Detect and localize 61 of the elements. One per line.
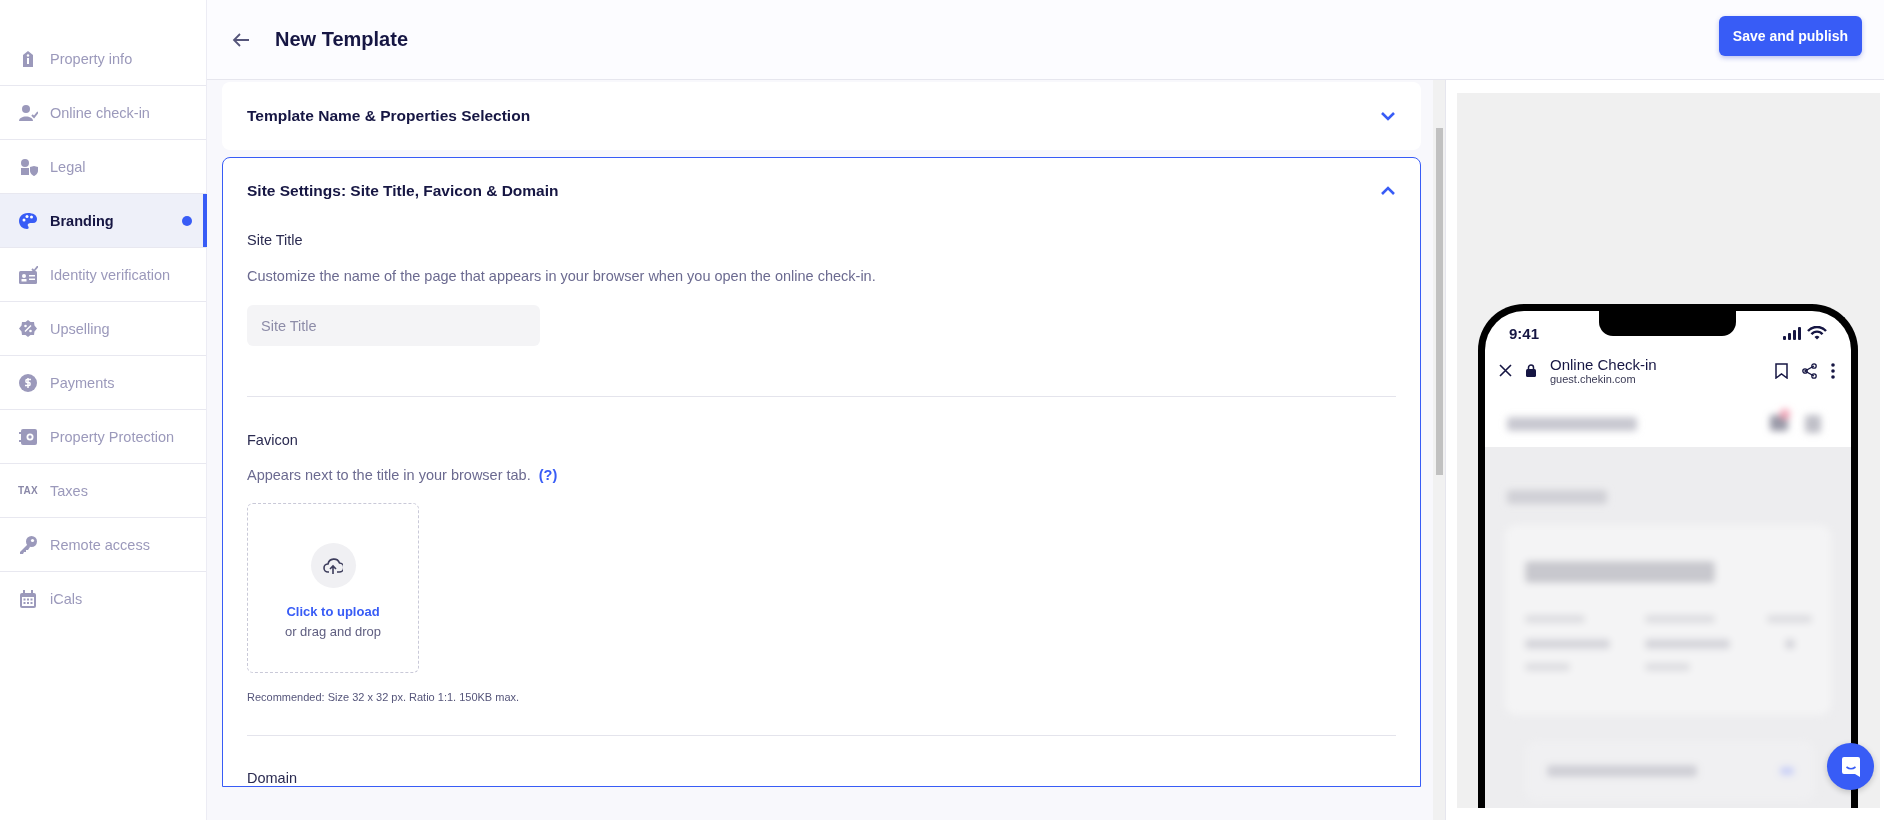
sidebar-item[interactable]: Remote access <box>0 518 206 572</box>
section-title[interactable]: Template Name & Properties Selection <box>247 107 531 125</box>
save-and-publish-button[interactable]: Save and publish <box>1718 15 1862 56</box>
tax-icon: TAX <box>17 485 39 496</box>
calendar-icon <box>18 590 38 608</box>
discount-badge-icon <box>18 319 38 338</box>
sidebar-label: Upselling <box>50 320 110 337</box>
key-icon <box>18 535 38 554</box>
bookmark-icon[interactable] <box>1775 362 1788 379</box>
cloud-upload-icon <box>323 556 343 575</box>
help-link[interactable]: (?) <box>538 467 558 483</box>
field-description: Customize the name of the page that appears in your browser when you open the online check-in. <box>247 268 877 284</box>
sidebar-label: Online check-in <box>50 104 150 121</box>
sidebar-label: Branding <box>50 212 114 229</box>
upload-dropzone[interactable]: Click to upload or drag and drop <box>247 503 419 673</box>
sidebar-label: Legal <box>50 158 86 175</box>
user-check-icon <box>18 103 38 122</box>
scrollbar-thumb[interactable] <box>1436 128 1443 475</box>
share-icon[interactable] <box>1802 362 1817 379</box>
sidebar-item[interactable]: Branding <box>0 194 206 248</box>
wifi-icon <box>1807 326 1827 340</box>
safe-icon <box>18 427 38 446</box>
upload-hint: or drag and drop <box>284 624 382 639</box>
dollar-icon <box>18 373 38 392</box>
id-card-icon <box>18 265 38 284</box>
field-label: Domain <box>247 770 298 786</box>
sidebar-item[interactable]: TAX Taxes <box>0 464 206 518</box>
page-title: New Template <box>275 28 409 51</box>
field-label: Favicon <box>247 432 299 448</box>
more-icon[interactable] <box>1831 362 1835 379</box>
chevron-down-icon[interactable] <box>1380 109 1396 123</box>
signal-icon <box>1783 326 1801 340</box>
sidebar-item[interactable]: Property info <box>0 32 206 86</box>
badge-shield-icon <box>18 157 38 176</box>
sidebar-item[interactable]: Payments <box>0 356 206 410</box>
field-label: Site Title <box>247 232 304 248</box>
site-title-field[interactable]: Site Title <box>247 305 540 346</box>
section-title[interactable]: Site Settings: Site Title, Favicon & Domain <box>247 182 559 200</box>
lock-icon <box>1526 364 1536 377</box>
sidebar-label: Identity verification <box>50 266 171 283</box>
sidebar-item[interactable]: iCals <box>0 572 206 626</box>
sidebar-item[interactable]: Upselling <box>0 302 206 356</box>
sidebar-label: Taxes <box>50 482 88 499</box>
sidebar-label: Payments <box>50 374 115 391</box>
browser-page-title: Online Check-in <box>1550 356 1658 373</box>
back-arrow-icon[interactable] <box>232 30 250 49</box>
sidebar-item[interactable]: Online check-in <box>0 86 206 140</box>
browser-url: guest.chekin.com <box>1550 373 1637 385</box>
sidebar-label: iCals <box>50 591 83 607</box>
sidebar-item[interactable]: Property Protection <box>0 410 206 464</box>
sidebar-label: Property info <box>50 50 133 67</box>
field-description: Appears next to the title in your browser tab. <box>247 467 531 483</box>
sidebar-label: Remote access <box>50 536 150 553</box>
sidebar-item[interactable]: Identity verification <box>0 248 206 302</box>
upload-link[interactable]: Click to upload <box>286 604 380 619</box>
sidebar-label: Property Protection <box>50 428 175 445</box>
close-icon[interactable] <box>1499 364 1512 377</box>
status-time: 9:41 <box>1509 324 1540 342</box>
palette-icon <box>18 211 38 230</box>
chat-icon <box>1841 756 1860 777</box>
recommendation-note: Recommended: Size 32 x 32 px. Ratio 1:1. 150KB max. <box>247 691 521 703</box>
